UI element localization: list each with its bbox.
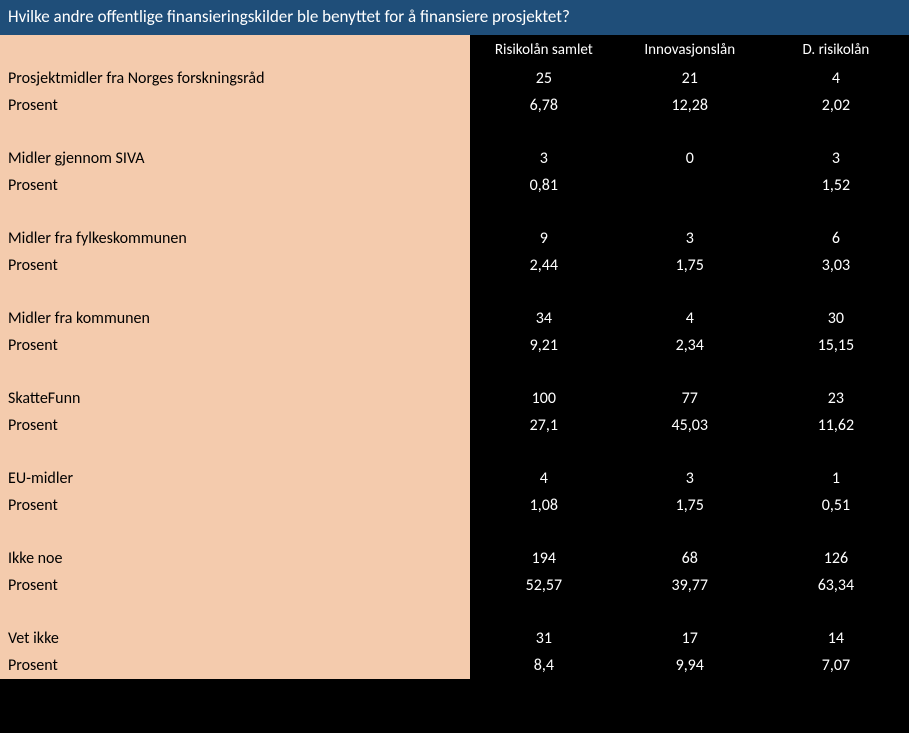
cell: 39,77 <box>617 572 763 599</box>
table-title: Hvilke andre offentlige finansieringskil… <box>0 0 909 34</box>
cell: 77 <box>617 385 763 412</box>
cell: 4 <box>471 465 617 492</box>
spacer-row <box>0 359 909 385</box>
col-header-1: Risikolån samlet <box>471 34 617 65</box>
percent-label: Prosent <box>0 412 471 439</box>
cell: 52,57 <box>471 572 617 599</box>
cell: 9,21 <box>471 332 617 359</box>
cell: 9 <box>471 225 617 252</box>
spacer-row <box>0 599 909 625</box>
row-label: Vet ikke <box>0 625 471 652</box>
cell: 25 <box>471 65 617 92</box>
cell: 2,44 <box>471 252 617 279</box>
cell: 15,15 <box>763 332 909 359</box>
cell: 27,1 <box>471 412 617 439</box>
cell: 11,62 <box>763 412 909 439</box>
table-row: Midler fra kommunen 34 4 30 <box>0 305 909 332</box>
percent-label: Prosent <box>0 332 471 359</box>
column-headers-row: Risikolån samlet Innovasjonslån D. risik… <box>0 34 909 65</box>
spacer-row <box>0 439 909 465</box>
cell: 1,52 <box>763 172 909 199</box>
cell: 1,75 <box>617 492 763 519</box>
cell: 45,03 <box>617 412 763 439</box>
cell: 4 <box>763 65 909 92</box>
table-row: Midler gjennom SIVA 3 0 3 <box>0 145 909 172</box>
cell: 8,4 <box>471 652 617 679</box>
cell: 17 <box>617 625 763 652</box>
percent-label: Prosent <box>0 252 471 279</box>
table-row: EU-midler 4 3 1 <box>0 465 909 492</box>
cell: 0 <box>617 145 763 172</box>
row-label: SkatteFunn <box>0 385 471 412</box>
table-row: Midler fra fylkeskommunen 9 3 6 <box>0 225 909 252</box>
row-label: Midler fra fylkeskommunen <box>0 225 471 252</box>
cell: 34 <box>471 305 617 332</box>
percent-label: Prosent <box>0 652 471 679</box>
cell: 126 <box>763 545 909 572</box>
cell: 6,78 <box>471 92 617 119</box>
cell: 23 <box>763 385 909 412</box>
table-row-percent: Prosent 6,78 12,28 2,02 <box>0 92 909 119</box>
cell: 1,08 <box>471 492 617 519</box>
cell: 30 <box>763 305 909 332</box>
cell: 3 <box>763 145 909 172</box>
cell: 0,51 <box>763 492 909 519</box>
percent-label: Prosent <box>0 172 471 199</box>
empty-header <box>0 34 471 65</box>
cell: 14 <box>763 625 909 652</box>
cell: 12,28 <box>617 92 763 119</box>
cell: 0,81 <box>471 172 617 199</box>
cell: 3 <box>471 145 617 172</box>
col-header-3: D. risikolån <box>763 34 909 65</box>
cell: 1 <box>763 465 909 492</box>
table-row: Prosjektmidler fra Norges forskningsråd … <box>0 65 909 92</box>
table-title-row: Hvilke andre offentlige finansieringskil… <box>0 0 909 34</box>
cell: 4 <box>617 305 763 332</box>
row-label: Midler fra kommunen <box>0 305 471 332</box>
cell: 194 <box>471 545 617 572</box>
cell: 100 <box>471 385 617 412</box>
table-row-percent: Prosent 2,44 1,75 3,03 <box>0 252 909 279</box>
cell: 7,07 <box>763 652 909 679</box>
row-label: EU-midler <box>0 465 471 492</box>
cell: 31 <box>471 625 617 652</box>
cell: 3,03 <box>763 252 909 279</box>
cell: 2,02 <box>763 92 909 119</box>
row-label: Prosjektmidler fra Norges forskningsråd <box>0 65 471 92</box>
funding-sources-table: Hvilke andre offentlige finansieringskil… <box>0 0 909 679</box>
cell: 63,34 <box>763 572 909 599</box>
cell: 68 <box>617 545 763 572</box>
cell: 9,94 <box>617 652 763 679</box>
cell: 1,75 <box>617 252 763 279</box>
table-row: SkatteFunn 100 77 23 <box>0 385 909 412</box>
table-row-percent: Prosent 9,21 2,34 15,15 <box>0 332 909 359</box>
row-label: Ikke noe <box>0 545 471 572</box>
table-row-percent: Prosent 52,57 39,77 63,34 <box>0 572 909 599</box>
col-header-2: Innovasjonslån <box>617 34 763 65</box>
cell: 6 <box>763 225 909 252</box>
table-row: Ikke noe 194 68 126 <box>0 545 909 572</box>
cell: 21 <box>617 65 763 92</box>
table-row-percent: Prosent 1,08 1,75 0,51 <box>0 492 909 519</box>
cell <box>617 172 763 199</box>
spacer-row <box>0 199 909 225</box>
row-label: Midler gjennom SIVA <box>0 145 471 172</box>
table-row-percent: Prosent 27,1 45,03 11,62 <box>0 412 909 439</box>
percent-label: Prosent <box>0 92 471 119</box>
cell: 2,34 <box>617 332 763 359</box>
percent-label: Prosent <box>0 492 471 519</box>
spacer-row <box>0 279 909 305</box>
spacer-row <box>0 519 909 545</box>
percent-label: Prosent <box>0 572 471 599</box>
spacer-row <box>0 119 909 145</box>
cell: 3 <box>617 225 763 252</box>
table-row-percent: Prosent 0,81 1,52 <box>0 172 909 199</box>
table-row: Vet ikke 31 17 14 <box>0 625 909 652</box>
cell: 3 <box>617 465 763 492</box>
table-row-percent: Prosent 8,4 9,94 7,07 <box>0 652 909 679</box>
